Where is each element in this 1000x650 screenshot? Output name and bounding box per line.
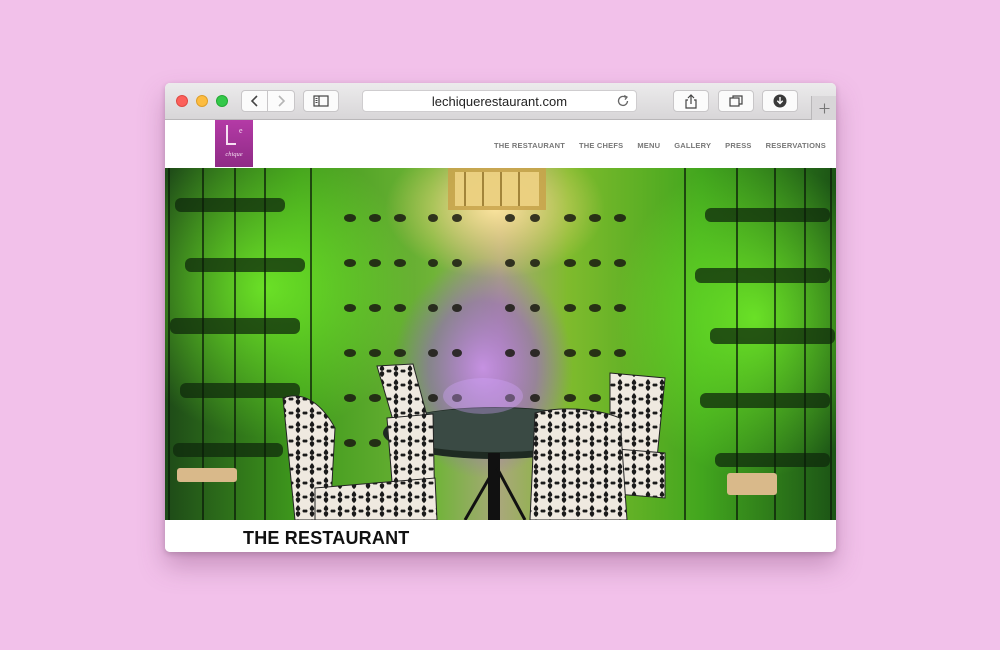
tabs-overview-icon <box>729 95 743 107</box>
sidebar-icon <box>313 95 329 107</box>
nav-the-restaurant[interactable]: THE RESTAURANT <box>494 141 565 150</box>
reload-icon[interactable] <box>616 94 630 108</box>
section-title: THE RESTAURANT <box>243 528 410 548</box>
nav-the-chefs[interactable]: THE CHEFS <box>579 141 623 150</box>
hero-image <box>165 168 836 520</box>
back-button[interactable] <box>241 90 268 112</box>
url-text: lechiquerestaurant.com <box>431 94 568 109</box>
site-logo[interactable]: e chique <box>215 120 253 167</box>
share-button[interactable] <box>673 90 709 112</box>
zoom-window-button[interactable] <box>216 95 228 107</box>
chevron-left-icon <box>250 95 258 107</box>
nav-gallery[interactable]: GALLERY <box>674 141 711 150</box>
downloads-button[interactable] <box>762 90 798 112</box>
main-navigation: THE RESTAURANT THE CHEFS MENU GALLERY PR… <box>494 141 826 150</box>
nav-reservations[interactable]: RESERVATIONS <box>766 141 826 150</box>
download-icon <box>773 94 787 108</box>
nav-press[interactable]: PRESS <box>725 141 751 150</box>
sidebar-toggle-button[interactable] <box>303 90 339 112</box>
browser-toolbar: lechiquerestaurant.com <box>165 83 836 120</box>
logo-l-mark <box>226 125 236 145</box>
wine-room-photo <box>165 168 836 520</box>
site-header: e chique THE RESTAURANT THE CHEFS MENU G… <box>165 120 836 168</box>
close-window-button[interactable] <box>176 95 188 107</box>
minimize-window-button[interactable] <box>196 95 208 107</box>
browser-window: lechiquerestaurant.com e chique THE REST… <box>165 83 836 552</box>
logo-text: chique <box>225 151 243 158</box>
new-tab-button[interactable] <box>811 96 836 120</box>
address-bar[interactable]: lechiquerestaurant.com <box>362 90 637 112</box>
chevron-right-icon <box>278 95 286 107</box>
content-section: THE RESTAURANT <box>165 520 836 552</box>
nav-menu[interactable]: MENU <box>637 141 660 150</box>
logo-e-mark: e <box>239 126 243 135</box>
forward-button[interactable] <box>268 90 295 112</box>
chandelier <box>448 168 546 210</box>
share-icon <box>685 93 697 109</box>
desktop-background: lechiquerestaurant.com e chique THE REST… <box>0 0 1000 650</box>
tab-overview-button[interactable] <box>718 90 754 112</box>
plus-icon <box>819 103 829 113</box>
